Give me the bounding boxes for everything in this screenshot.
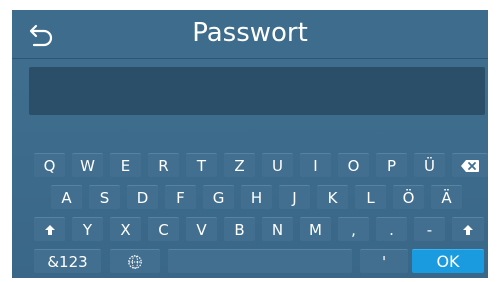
key-a-label: A xyxy=(61,189,72,207)
key-b-label: B xyxy=(234,221,245,239)
globe-icon xyxy=(128,254,142,269)
ok-button-label: OK xyxy=(436,252,460,271)
key-f[interactable]: F xyxy=(165,185,196,209)
key-e-label: E xyxy=(120,157,131,175)
key-comma[interactable]: , xyxy=(338,217,369,241)
key-comma-label: , xyxy=(351,221,356,239)
space-key[interactable] xyxy=(168,249,352,273)
key-c-label: C xyxy=(158,221,169,239)
key-k-label: K xyxy=(327,189,338,207)
key-ü-label: Ü xyxy=(424,157,435,175)
backspace-icon xyxy=(461,159,479,172)
shift-up-arrow-icon xyxy=(463,224,473,235)
apostrophe-key[interactable]: ' xyxy=(360,249,408,273)
key-m-label: M xyxy=(309,221,322,239)
key-d[interactable]: D xyxy=(127,185,158,209)
screen: Passwort QWERTZUIOPÜASDFGHJKLÖÄYXCVBNM,.… xyxy=(12,10,488,278)
key-s-label: S xyxy=(99,189,110,207)
key-i-label: I xyxy=(313,157,318,175)
key-g[interactable]: G xyxy=(203,185,234,209)
key-o[interactable]: O xyxy=(338,153,369,177)
key-l-label: L xyxy=(366,189,375,207)
symbols-key[interactable]: &123 xyxy=(34,249,101,273)
key-b[interactable]: B xyxy=(224,217,255,241)
apostrophe-key-label: ' xyxy=(381,253,387,271)
key-p-label: P xyxy=(386,157,397,175)
key-g-label: G xyxy=(212,189,225,207)
shift-key-left[interactable] xyxy=(34,217,65,241)
key-ö-label: Ö xyxy=(402,189,415,207)
key-w-label: W xyxy=(80,157,95,175)
key-j-label: J xyxy=(292,189,297,207)
key-y-label: Y xyxy=(82,221,93,239)
key-u-label: U xyxy=(272,157,283,175)
key-period-label: . xyxy=(389,221,394,239)
key-d-label: D xyxy=(136,189,149,207)
key-m[interactable]: M xyxy=(300,217,331,241)
key-ä[interactable]: Ä xyxy=(431,185,462,209)
symbols-key-label: &123 xyxy=(47,253,88,271)
key-w[interactable]: W xyxy=(72,153,103,177)
key-z-label: Z xyxy=(234,157,245,175)
ok-button[interactable]: OK xyxy=(412,249,484,273)
key-r[interactable]: R xyxy=(148,153,179,177)
key-a[interactable]: A xyxy=(51,185,82,209)
key-l[interactable]: L xyxy=(355,185,386,209)
key-v-label: V xyxy=(196,221,207,239)
key-h-label: H xyxy=(250,189,263,207)
on-screen-keyboard: Q W E R T Z U I O P Ü A S D F G H J K L Ö Ä Y X C V B N M,. - &123 ' OK xyxy=(12,10,488,278)
key-ä-label: Ä xyxy=(441,189,452,207)
key-u[interactable]: U xyxy=(262,153,293,177)
key-i[interactable]: I xyxy=(300,153,331,177)
key-n[interactable]: N xyxy=(262,217,293,241)
key-r-label: R xyxy=(158,157,169,175)
shift-up-arrow-icon xyxy=(44,224,55,235)
key-hyphen-label: - xyxy=(426,221,433,239)
key-q[interactable]: Q xyxy=(34,153,65,177)
key-ö[interactable]: Ö xyxy=(393,185,424,209)
key-v[interactable]: V xyxy=(186,217,217,241)
key-p[interactable]: P xyxy=(376,153,407,177)
shift-key-right[interactable] xyxy=(452,217,484,241)
key-s[interactable]: S xyxy=(89,185,120,209)
backspace-key[interactable] xyxy=(452,153,488,177)
key-k[interactable]: K xyxy=(317,185,348,209)
key-h[interactable]: H xyxy=(241,185,272,209)
key-ü[interactable]: Ü xyxy=(414,153,445,177)
key-x[interactable]: X xyxy=(110,217,141,241)
key-n-label: N xyxy=(271,221,284,239)
language-key[interactable] xyxy=(110,249,160,273)
key-f-label: F xyxy=(176,189,185,207)
key-e[interactable]: E xyxy=(110,153,141,177)
key-period[interactable]: . xyxy=(376,217,407,241)
key-q-label: Q xyxy=(43,157,56,175)
key-hyphen[interactable]: - xyxy=(414,217,445,241)
key-o-label: O xyxy=(347,157,360,175)
key-c[interactable]: C xyxy=(148,217,179,241)
key-z[interactable]: Z xyxy=(224,153,255,177)
key-t-label: T xyxy=(196,157,207,175)
key-j[interactable]: J xyxy=(279,185,310,209)
key-t[interactable]: T xyxy=(186,153,217,177)
key-x-label: X xyxy=(120,221,131,239)
key-y[interactable]: Y xyxy=(72,217,103,241)
